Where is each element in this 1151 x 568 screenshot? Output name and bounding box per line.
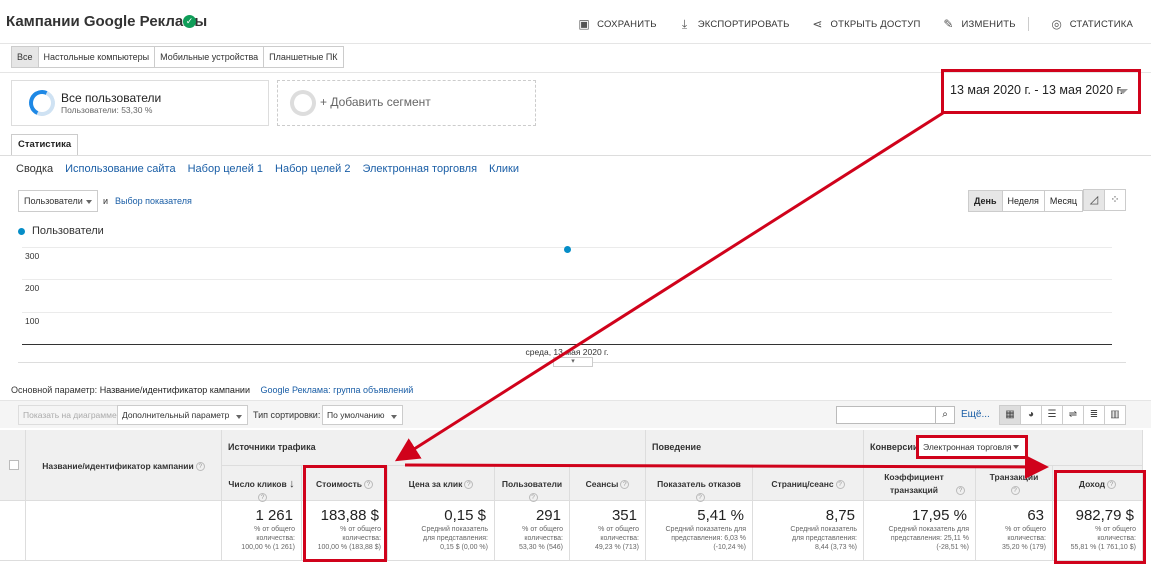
arrow-to-cost xyxy=(394,111,944,462)
arrow-to-revenue xyxy=(404,454,1049,479)
annotation-arrows xyxy=(394,111,1049,479)
